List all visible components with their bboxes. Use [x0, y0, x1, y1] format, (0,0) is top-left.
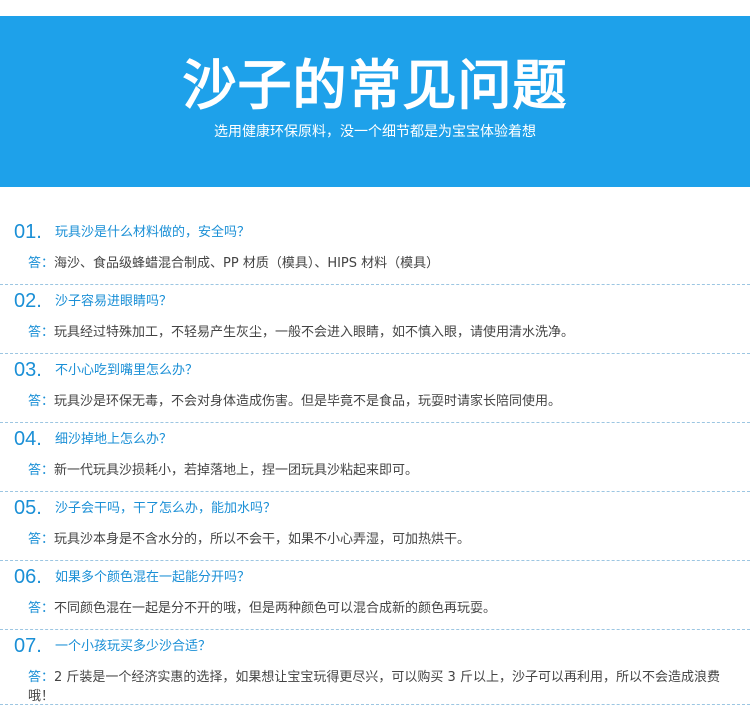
question-text: 细沙掉地上怎么办？	[55, 432, 173, 447]
page-subtitle: 选用健康环保原料，没一个细节都是为宝宝体验着想	[214, 124, 536, 140]
header-banner: 沙子的常见问题 选用健康环保原料，没一个细节都是为宝宝体验着想	[0, 16, 750, 187]
question-number: 04.	[14, 428, 42, 450]
answer-text: 新一代玩具沙损耗小，若掉落地上，捏一团玩具沙粘起来即可。	[54, 463, 419, 478]
answer: 答：不同颜色混在一起是分不开的哦，但是两种颜色可以混合成新的颜色再玩耍。	[28, 599, 740, 618]
question-text: 玩具沙是什么材料做的，安全吗？	[55, 225, 251, 240]
answer-label: 答：	[28, 601, 55, 616]
question-number: 07.	[14, 635, 42, 657]
answer-text: 海沙、食品级蜂蜡混合制成、PP 材质（模具）、HIPS 材料（模具）	[54, 256, 440, 271]
answer-text: 不同颜色混在一起是分不开的哦，但是两种颜色可以混合成新的颜色再玩耍。	[54, 601, 497, 616]
answer-label: 答：	[28, 670, 55, 685]
faq-item: 05. 沙子会干吗，干了怎么办，能加水吗？ 答：玩具沙本身是不含水分的，所以不会…	[0, 492, 750, 561]
question-text: 不小心吃到嘴里怎么办？	[55, 363, 199, 378]
answer: 答：新一代玩具沙损耗小，若掉落地上，捏一团玩具沙粘起来即可。	[28, 461, 740, 480]
faq-item: 04. 细沙掉地上怎么办？ 答：新一代玩具沙损耗小，若掉落地上，捏一团玩具沙粘起…	[0, 423, 750, 492]
question-number: 02.	[14, 290, 42, 312]
question-number: 05.	[14, 497, 42, 519]
answer-text: 玩具沙本身是不含水分的，所以不会干，如果不小心弄湿，可加热烘干。	[54, 532, 471, 547]
question-number: 03.	[14, 359, 42, 381]
answer-text: 玩具经过特殊加工，不轻易产生灰尘，一般不会进入眼睛，如不慎入眼，请使用清水洗净。	[54, 325, 575, 340]
faq-item: 07. 一个小孩玩买多少沙合适？ 答：2 斤装是一个经济实惠的选择，如果想让宝宝…	[0, 630, 750, 705]
faq-item: 06. 如果多个颜色混在一起能分开吗？ 答：不同颜色混在一起是分不开的哦，但是两…	[0, 561, 750, 630]
question-text: 如果多个颜色混在一起能分开吗？	[55, 570, 251, 585]
answer-label: 答：	[28, 463, 55, 478]
question-text: 沙子会干吗，干了怎么办，能加水吗？	[55, 501, 277, 516]
answer-text: 2 斤装是一个经济实惠的选择，如果想让宝宝玩得更尽兴，可以购买 3 斤以上，沙子…	[28, 670, 720, 704]
answer-label: 答：	[28, 532, 55, 547]
answer: 答：海沙、食品级蜂蜡混合制成、PP 材质（模具）、HIPS 材料（模具）	[28, 254, 740, 273]
answer-label: 答：	[28, 256, 55, 271]
question-text: 一个小孩玩买多少沙合适？	[55, 639, 212, 654]
answer: 答：玩具经过特殊加工，不轻易产生灰尘，一般不会进入眼睛，如不慎入眼，请使用清水洗…	[28, 323, 740, 342]
faq-item: 02. 沙子容易进眼睛吗？ 答：玩具经过特殊加工，不轻易产生灰尘，一般不会进入眼…	[0, 285, 750, 354]
page-title: 沙子的常见问题	[182, 54, 568, 117]
answer: 答：玩具沙是环保无毒，不会对身体造成伤害。但是毕竟不是食品，玩耍时请家长陪同使用…	[28, 392, 740, 411]
question-number: 06.	[14, 566, 42, 588]
faq-item: 01. 玩具沙是什么材料做的，安全吗？ 答：海沙、食品级蜂蜡混合制成、PP 材质…	[0, 216, 750, 285]
answer-label: 答：	[28, 394, 55, 409]
question-text: 沙子容易进眼睛吗？	[55, 294, 173, 309]
faq-list: 01. 玩具沙是什么材料做的，安全吗？ 答：海沙、食品级蜂蜡混合制成、PP 材质…	[0, 216, 750, 705]
answer-text: 玩具沙是环保无毒，不会对身体造成伤害。但是毕竟不是食品，玩耍时请家长陪同使用。	[54, 394, 562, 409]
answer: 答：2 斤装是一个经济实惠的选择，如果想让宝宝玩得更尽兴，可以购买 3 斤以上，…	[28, 668, 740, 706]
answer: 答：玩具沙本身是不含水分的，所以不会干，如果不小心弄湿，可加热烘干。	[28, 530, 740, 549]
question-number: 01.	[14, 221, 42, 243]
answer-label: 答：	[28, 325, 55, 340]
faq-item: 03. 不小心吃到嘴里怎么办？ 答：玩具沙是环保无毒，不会对身体造成伤害。但是毕…	[0, 354, 750, 423]
faq-page: 沙子的常见问题 选用健康环保原料，没一个细节都是为宝宝体验着想 01. 玩具沙是…	[0, 0, 750, 719]
